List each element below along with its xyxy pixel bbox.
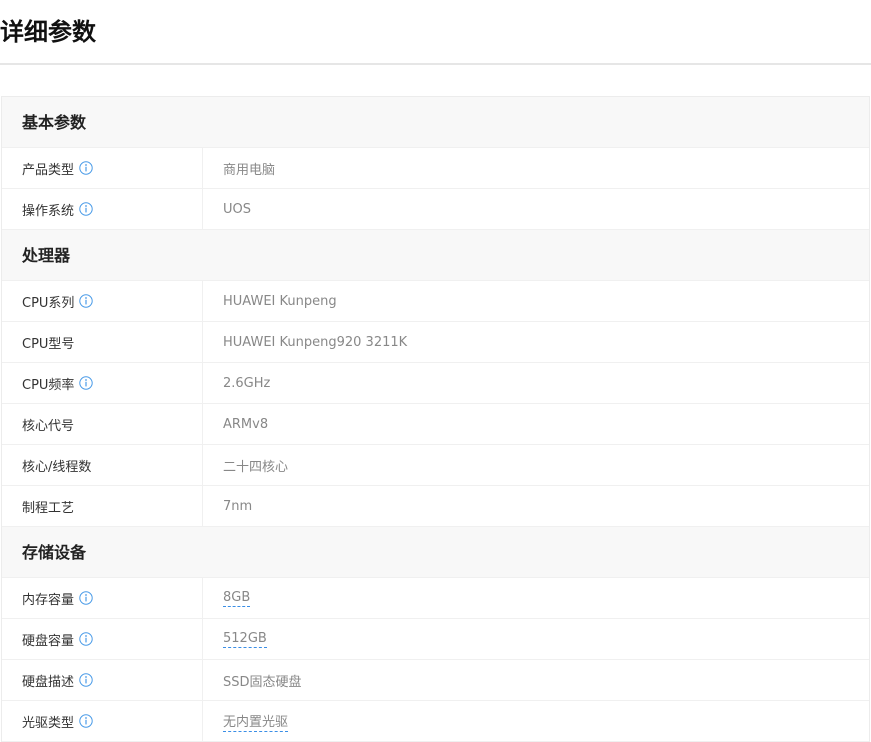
- spec-value-cpu-series: HUAWEI Kunpeng: [223, 293, 337, 309]
- spec-row: 制程工艺 7nm: [2, 486, 869, 527]
- spec-value-cpu-model: HUAWEI Kunpeng920 3211K: [223, 334, 408, 350]
- section-header-storage: 存储设备: [2, 527, 869, 578]
- spec-label-optical-drive: 光驱类型: [22, 715, 75, 731]
- spec-label-cores-threads: 核心/线程数: [22, 459, 92, 475]
- spec-label-memory: 内存容量: [22, 592, 75, 608]
- info-icon[interactable]: [79, 161, 93, 175]
- spec-label-os: 操作系统: [22, 203, 75, 219]
- spec-row: 光驱类型 无内置光驱: [2, 701, 869, 742]
- spec-value-process: 7nm: [223, 498, 253, 514]
- spec-value-memory-link[interactable]: 8GB: [223, 590, 251, 607]
- spec-value-disk-capacity-link[interactable]: 512GB: [223, 631, 267, 648]
- spec-row: CPU系列 HUAWEI Kunpeng: [2, 281, 869, 322]
- info-icon[interactable]: [79, 294, 94, 308]
- spec-value-product-type: 商用电脑: [223, 162, 276, 178]
- spec-label-cpu-series: CPU系列: [22, 295, 75, 311]
- spec-label-disk-description: 硬盘描述: [22, 674, 75, 690]
- title-divider: [0, 63, 871, 65]
- spec-label-product-type: 产品类型: [22, 162, 75, 178]
- spec-value-optical-drive-link[interactable]: 无内置光驱: [223, 711, 289, 732]
- spec-row: 核心/线程数 二十四核心: [2, 445, 869, 486]
- spec-row: 硬盘描述 SSD固态硬盘: [2, 660, 869, 701]
- info-icon[interactable]: [79, 632, 93, 646]
- spec-row: CPU频率 2.6GHz: [2, 363, 869, 404]
- spec-label-core-codename: 核心代号: [22, 418, 75, 434]
- spec-value-core-codename: ARMv8: [223, 416, 269, 432]
- spec-row: CPU型号 HUAWEI Kunpeng920 3211K: [2, 322, 869, 363]
- spec-table: 基本参数 产品类型 商用电脑 操作系统 UOS 处理器 CPU系列 HUAWEI…: [1, 96, 870, 742]
- info-icon[interactable]: [79, 202, 93, 216]
- info-icon[interactable]: [79, 714, 93, 728]
- section-header-basic: 基本参数: [2, 97, 869, 148]
- info-icon[interactable]: [79, 376, 94, 390]
- spec-row: 产品类型 商用电脑: [2, 148, 869, 189]
- info-icon[interactable]: [79, 673, 93, 687]
- spec-value-os: UOS: [223, 201, 251, 217]
- info-icon[interactable]: [79, 591, 93, 605]
- spec-row: 硬盘容量 512GB: [2, 619, 869, 660]
- page-title: 详细参数: [0, 18, 96, 46]
- spec-row: 核心代号 ARMv8: [2, 404, 869, 445]
- section-header-processor: 处理器: [2, 230, 869, 281]
- spec-row: 操作系统 UOS: [2, 189, 869, 230]
- spec-value-cores-threads: 二十四核心: [223, 459, 289, 475]
- spec-value-cpu-frequency: 2.6GHz: [223, 375, 271, 391]
- spec-value-disk-description: SSD固态硬盘: [223, 674, 302, 690]
- spec-label-disk-capacity: 硬盘容量: [22, 633, 75, 649]
- spec-label-process: 制程工艺: [22, 500, 75, 516]
- spec-label-cpu-frequency: CPU频率: [22, 377, 75, 393]
- spec-label-cpu-model: CPU型号: [22, 336, 75, 352]
- spec-row: 内存容量 8GB: [2, 578, 869, 619]
